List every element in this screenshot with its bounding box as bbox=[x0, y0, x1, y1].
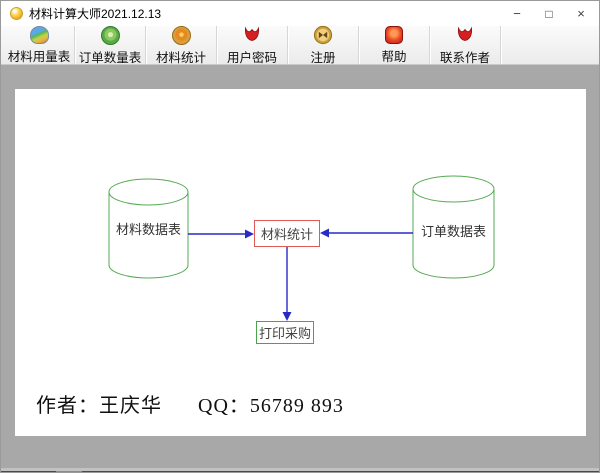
toolbar-button-label: 材料统计 bbox=[155, 50, 206, 65]
author-line: 作者：王庆华 QQ：56789 893 bbox=[36, 389, 344, 418]
material-statistics-box: 材料统计 bbox=[254, 220, 320, 247]
register-coin-icon bbox=[313, 25, 333, 45]
maximize-button[interactable]: □ bbox=[533, 1, 565, 26]
contact-author-tulip-icon bbox=[455, 25, 475, 45]
author-name-text: 作者：王庆华 bbox=[36, 395, 162, 417]
toolbar-button-label: 材料用量表 bbox=[7, 50, 71, 64]
window-controls: − □ × bbox=[501, 1, 597, 26]
toolbar-button-help[interactable]: 帮助 bbox=[359, 26, 430, 64]
material-usage-table-icon bbox=[29, 26, 49, 44]
toolbar-button-order-quantity-table[interactable]: 订单数量表 bbox=[75, 25, 146, 65]
diagram-shapes bbox=[108, 175, 495, 321]
user-password-tulip-icon bbox=[242, 25, 262, 45]
close-button[interactable]: × bbox=[565, 1, 597, 26]
right-database-label: 订单数据表 bbox=[420, 224, 486, 239]
material-statistics-icon bbox=[171, 25, 191, 45]
toolbar-button-contact-author[interactable]: 联系作者 bbox=[430, 25, 501, 65]
app-window: 材料计算大师2021.12.13 − □ × 材料用量表 订单数量表 材料统计 bbox=[0, 0, 600, 473]
client-area: 材料数据表 订单数据表 材料统计 打印采购 作者：王庆华 QQ：56789 89… bbox=[1, 65, 599, 469]
diagram-panel: 材料数据表 订单数据表 材料统计 打印采购 作者：王庆华 QQ：56789 89… bbox=[15, 89, 586, 436]
toolbar-button-label: 联系作者 bbox=[439, 51, 490, 65]
toolbar-button-register[interactable]: 注册 bbox=[288, 25, 359, 65]
toolbar-button-material-statistics[interactable]: 材料统计 bbox=[146, 25, 217, 65]
toolbar: 材料用量表 订单数量表 材料统计 用户密码 注册 帮助 联系作者 bbox=[1, 25, 599, 65]
print-purchase-box: 打印采购 bbox=[256, 321, 314, 344]
toolbar-button-label: 订单数量表 bbox=[78, 50, 142, 65]
title-bar: 材料计算大师2021.12.13 − □ × bbox=[1, 1, 599, 27]
toolbar-button-label: 注册 bbox=[310, 51, 336, 65]
toolbar-button-label: 用户密码 bbox=[226, 51, 277, 65]
toolbar-button-material-usage-table[interactable]: 材料用量表 bbox=[4, 26, 75, 64]
author-qq-text: QQ：56789 893 bbox=[198, 395, 344, 417]
toolbar-button-label: 帮助 bbox=[381, 50, 407, 64]
order-quantity-table-icon bbox=[100, 25, 120, 45]
toolbar-button-user-password[interactable]: 用户密码 bbox=[217, 25, 288, 65]
window-title: 材料计算大师2021.12.13 bbox=[29, 7, 162, 21]
app-gold-coin-icon bbox=[10, 7, 23, 20]
minimize-button[interactable]: − bbox=[501, 1, 533, 26]
help-gem-icon bbox=[385, 26, 403, 44]
left-database-label: 材料数据表 bbox=[115, 222, 181, 237]
